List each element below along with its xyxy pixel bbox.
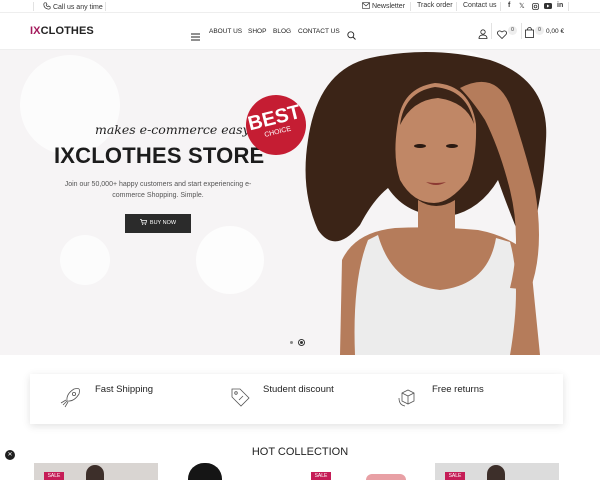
mail-icon bbox=[362, 2, 370, 9]
menu-icon[interactable] bbox=[191, 28, 200, 46]
account-icon[interactable] bbox=[478, 26, 488, 44]
divider bbox=[410, 2, 411, 11]
slider-dot-1[interactable] bbox=[290, 341, 293, 344]
divider bbox=[568, 2, 569, 11]
model-photo bbox=[305, 51, 547, 355]
hero-title: IXCLOTHES STORE bbox=[54, 143, 265, 168]
hero-subtitle: Join our 50,000+ happy customers and sta… bbox=[64, 181, 252, 199]
feature-free-returns: Free returns bbox=[432, 384, 484, 395]
x-twitter-icon[interactable]: 𝕏 bbox=[519, 2, 525, 10]
nav-about-us[interactable]: ABOUT US bbox=[209, 28, 242, 35]
product-card[interactable]: SALE bbox=[308, 463, 432, 480]
cart-total[interactable]: 0,00 € bbox=[546, 28, 564, 35]
product-image bbox=[487, 465, 505, 480]
discount-tag-icon bbox=[231, 388, 250, 407]
track-order-link[interactable]: Track order bbox=[417, 2, 453, 9]
rocket-icon bbox=[60, 388, 80, 408]
cart-icon bbox=[139, 219, 147, 225]
features-bar: Fast Shipping Student discount Free retu… bbox=[30, 374, 563, 424]
product-image bbox=[86, 465, 104, 480]
call-us-label: Call us any time bbox=[52, 4, 103, 11]
sale-badge: SALE bbox=[44, 472, 64, 480]
wishlist-count-badge: 0 bbox=[508, 26, 517, 35]
divider bbox=[491, 23, 492, 39]
call-us-link[interactable]: Call us any time bbox=[43, 2, 103, 11]
section-title: HOT COLLECTION bbox=[251, 446, 349, 458]
product-card[interactable]: SALE bbox=[34, 463, 158, 480]
sale-badge: SALE bbox=[311, 472, 331, 480]
cart-icon[interactable] bbox=[525, 25, 534, 43]
buy-now-button[interactable]: BUY NOW bbox=[125, 214, 191, 233]
divider bbox=[33, 2, 34, 11]
search-icon[interactable] bbox=[347, 27, 356, 45]
product-card[interactable] bbox=[180, 463, 304, 480]
product-card[interactable]: SALE bbox=[435, 463, 559, 480]
product-image bbox=[188, 463, 222, 480]
youtube-icon[interactable] bbox=[544, 3, 552, 11]
top-bar: Call us any time Newsletter Track order … bbox=[0, 0, 600, 13]
feature-student-discount: Student discount bbox=[263, 384, 334, 395]
divider bbox=[456, 2, 457, 11]
divider bbox=[105, 2, 106, 11]
facebook-icon[interactable]: f bbox=[508, 2, 510, 9]
feature-fast-shipping: Fast Shipping bbox=[95, 384, 154, 395]
instagram-icon[interactable] bbox=[532, 3, 539, 12]
contact-us-link[interactable]: Contact us bbox=[463, 2, 496, 9]
site-logo[interactable]: IXCLOTHES bbox=[30, 25, 94, 37]
phone-icon bbox=[43, 2, 51, 10]
product-image bbox=[366, 474, 406, 480]
nav-contact-us[interactable]: CONTACT US bbox=[298, 28, 340, 35]
hero-tagline: makes e-commerce easy bbox=[95, 122, 250, 137]
linkedin-icon[interactable]: in bbox=[557, 2, 563, 9]
return-box-icon bbox=[398, 389, 415, 407]
newsletter-label: Newsletter bbox=[371, 3, 406, 10]
newsletter-link[interactable]: Newsletter bbox=[362, 2, 405, 10]
divider bbox=[521, 23, 522, 39]
nav-shop[interactable]: SHOP bbox=[248, 28, 266, 35]
nav-blog[interactable]: BLOG bbox=[273, 28, 291, 35]
wishlist-icon[interactable] bbox=[497, 26, 507, 44]
cart-count-badge: 0 bbox=[535, 26, 544, 35]
slider-dot-2-active[interactable] bbox=[298, 339, 305, 346]
cookie-settings-icon[interactable]: ✕ bbox=[5, 450, 15, 460]
sale-badge: SALE bbox=[445, 472, 465, 480]
main-header: IXCLOTHES ABOUT US SHOP BLOG CONTACT US … bbox=[0, 13, 600, 50]
hero-slider: makes e-commerce easy IXCLOTHES STORE Jo… bbox=[0, 50, 600, 355]
divider bbox=[500, 2, 501, 11]
buy-now-label: BUY NOW bbox=[149, 220, 177, 226]
